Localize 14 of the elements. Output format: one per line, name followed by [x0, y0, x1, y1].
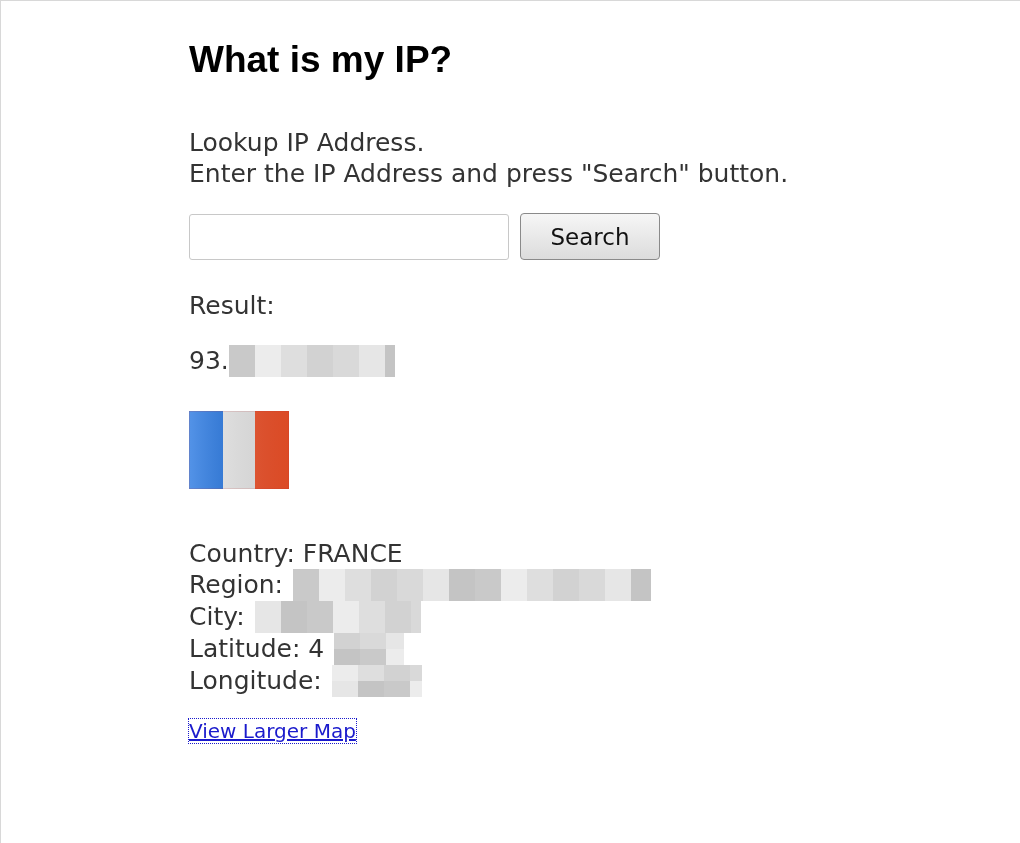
page-title: What is my IP?: [189, 39, 454, 81]
location-detail: Longitude:: [189, 666, 322, 696]
flag-icon: [189, 411, 289, 489]
location-detail: City:: [189, 602, 245, 632]
location-detail: Latitude: 4: [189, 634, 325, 664]
view-larger-map-link[interactable]: View Larger Map: [189, 719, 356, 743]
location-detail: Region:: [189, 570, 283, 600]
search-button[interactable]: Search: [520, 213, 660, 260]
instruction-text: Lookup IP Address.: [189, 127, 426, 158]
ip-address: 93.: [189, 346, 229, 376]
instruction-text: Enter the IP Address and press "Search" button.: [189, 158, 790, 189]
result-label: Result:: [189, 290, 276, 321]
location-detail: Country: FRANCE: [189, 539, 403, 569]
ip-input-field[interactable]: [189, 213, 509, 260]
